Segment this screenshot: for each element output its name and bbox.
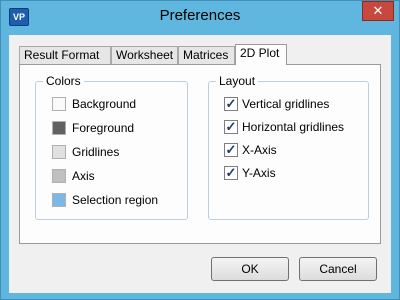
- ok-button[interactable]: OK: [211, 257, 289, 281]
- preferences-dialog: VP Preferences ✕ Result Format Worksheet…: [0, 0, 400, 300]
- layout-group-title: Layout: [216, 74, 259, 88]
- background-color-label: Background: [72, 97, 137, 111]
- foreground-color-swatch[interactable]: [52, 121, 66, 135]
- dialog-title: Preferences: [159, 7, 241, 24]
- tab-2d-plot[interactable]: 2D Plot: [235, 44, 287, 65]
- title-bar: VP Preferences ✕: [1, 1, 399, 33]
- vertical-gridlines-checkbox[interactable]: ✓: [224, 97, 238, 111]
- tab-panel-2d-plot: Colors Background Foreground Gridlines A…: [19, 64, 381, 244]
- background-color-swatch[interactable]: [52, 97, 66, 111]
- colors-group-title: Colors: [43, 74, 84, 88]
- foreground-color-label: Foreground: [72, 121, 135, 135]
- cancel-button[interactable]: Cancel: [299, 257, 377, 281]
- vertical-gridlines-label: Vertical gridlines: [242, 97, 330, 111]
- close-button[interactable]: ✕: [362, 1, 394, 21]
- x-axis-label: X-Axis: [242, 143, 277, 157]
- dialog-content: Result Format Worksheet Matrices 2D Plot…: [9, 35, 391, 293]
- selection-region-color-swatch[interactable]: [52, 193, 66, 207]
- layout-group: Layout ✓ Vertical gridlines ✓ Horizontal…: [208, 74, 369, 220]
- axis-color-swatch[interactable]: [52, 169, 66, 183]
- selection-region-color-label: Selection region: [72, 193, 159, 207]
- horizontal-gridlines-checkbox[interactable]: ✓: [224, 120, 238, 134]
- tab-result-format[interactable]: Result Format: [19, 46, 111, 64]
- y-axis-label: Y-Axis: [242, 166, 276, 180]
- gridlines-color-label: Gridlines: [72, 145, 120, 159]
- y-axis-checkbox[interactable]: ✓: [224, 166, 238, 180]
- axis-color-label: Axis: [72, 169, 95, 183]
- horizontal-gridlines-label: Horizontal gridlines: [242, 120, 345, 134]
- colors-group: Colors Background Foreground Gridlines A…: [35, 74, 188, 220]
- x-axis-checkbox[interactable]: ✓: [224, 143, 238, 157]
- tab-worksheet[interactable]: Worksheet: [111, 46, 178, 64]
- tab-matrices[interactable]: Matrices: [178, 46, 235, 64]
- gridlines-color-swatch[interactable]: [52, 145, 66, 159]
